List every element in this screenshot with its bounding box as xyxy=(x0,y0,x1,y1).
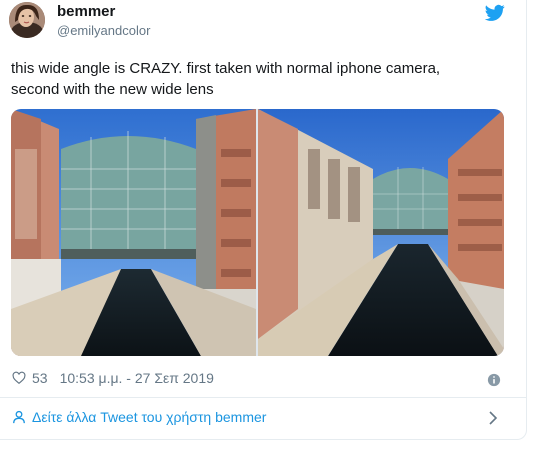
more-tweets-link[interactable]: Δείτε άλλα Tweet του χρήστη bemmer xyxy=(12,409,266,425)
media-photo-normal[interactable] xyxy=(11,109,256,356)
tweet-card: bemmer @emilyandcolor this wide angle is… xyxy=(0,0,527,440)
user-icon xyxy=(13,410,25,424)
tweet-meta: 53 10:53 μ.μ. - 27 Σεπ 2019 xyxy=(12,370,214,386)
user-handle[interactable]: @emilyandcolor xyxy=(57,23,150,38)
tweet-media[interactable] xyxy=(11,109,504,356)
avatar[interactable] xyxy=(9,2,45,38)
heart-icon[interactable] xyxy=(12,371,26,385)
info-icon[interactable] xyxy=(487,373,501,387)
twitter-bird-icon[interactable] xyxy=(485,4,505,22)
tweet-timestamp[interactable]: 10:53 μ.μ. - 27 Σεπ 2019 xyxy=(60,370,214,386)
tweet-text: this wide angle is CRAZY. first taken wi… xyxy=(11,58,511,100)
chevron-right-icon[interactable] xyxy=(488,411,498,425)
display-name[interactable]: bemmer xyxy=(57,3,115,20)
divider xyxy=(0,397,527,398)
like-count: 53 xyxy=(32,370,48,386)
more-tweets-label[interactable]: Δείτε άλλα Tweet του χρήστη bemmer xyxy=(32,409,266,425)
tweet-text-line-2: second with the new wide lens xyxy=(11,81,214,98)
tweet-text-line-1: this wide angle is CRAZY. first taken wi… xyxy=(11,60,441,77)
media-photo-wide[interactable] xyxy=(258,109,504,356)
